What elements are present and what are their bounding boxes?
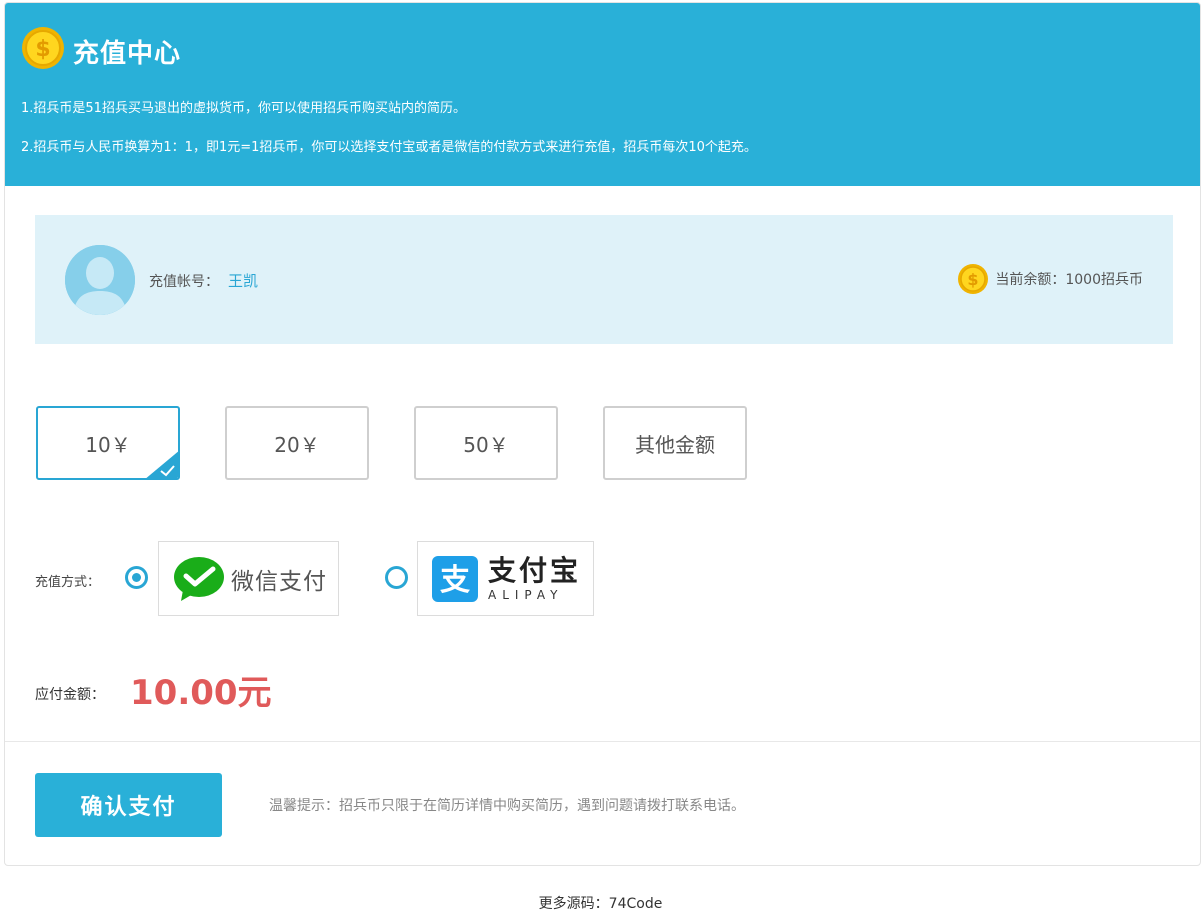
balance: $ 当前余额：1000招兵币 bbox=[957, 263, 1143, 295]
alipay-wordmark: 支付宝 ALIPAY bbox=[488, 553, 582, 602]
wechat-icon bbox=[174, 556, 224, 601]
page-title: 充值中心 bbox=[73, 39, 182, 69]
payment-method-label: 充值方式： bbox=[35, 575, 101, 590]
alipay-radio[interactable] bbox=[385, 566, 408, 589]
confirm-pay-button[interactable]: 确认支付 bbox=[35, 773, 222, 837]
header: $ 充值中心 1.招兵币是51招兵买马退出的虚拟货币，你可以使用招兵币购买站内的… bbox=[5, 3, 1200, 186]
check-icon bbox=[146, 451, 178, 478]
alipay-en-label: ALIPAY bbox=[488, 587, 564, 602]
footer-text: 更多源码：74Code bbox=[538, 896, 663, 912]
avatar bbox=[65, 245, 135, 315]
alipay-cn-label: 支付宝 bbox=[488, 553, 582, 587]
account-label: 充值帐号： bbox=[149, 274, 219, 290]
radio-dot bbox=[132, 573, 141, 582]
amount-label: 20￥ bbox=[274, 432, 320, 457]
amount-option-20[interactable]: 20￥ bbox=[225, 406, 369, 480]
amount-option-50[interactable]: 50￥ bbox=[414, 406, 558, 480]
user-icon bbox=[65, 245, 135, 315]
wechat-pay-option[interactable]: 微信支付 bbox=[158, 541, 339, 616]
divider bbox=[5, 741, 1200, 742]
amount-option-10[interactable]: 10￥ bbox=[36, 406, 180, 480]
recharge-panel: $ 充值中心 1.招兵币是51招兵买马退出的虚拟货币，你可以使用招兵币购买站内的… bbox=[4, 2, 1201, 866]
info-note-2: 2.招兵币与人民币换算为1：1，即1元=1招兵币，你可以选择支付宝或者是微信的付… bbox=[21, 140, 757, 155]
svg-text:支: 支 bbox=[440, 563, 470, 598]
account-info: 充值帐号： 王凯 $ 当前余额：1000招兵币 bbox=[35, 215, 1173, 344]
amount-label: 50￥ bbox=[463, 432, 509, 457]
coin-icon: $ bbox=[22, 27, 64, 69]
svg-text:$: $ bbox=[35, 37, 50, 62]
amount-label: 其他金额 bbox=[635, 432, 715, 457]
wechat-pay-label: 微信支付 bbox=[231, 568, 327, 595]
info-note-1: 1.招兵币是51招兵买马退出的虚拟货币，你可以使用招兵币购买站内的简历。 bbox=[21, 101, 466, 116]
account-name[interactable]: 王凯 bbox=[228, 270, 258, 291]
tip-text: 温馨提示：招兵币只限于在简历详情中购买简历，遇到问题请拨打联系电话。 bbox=[269, 798, 745, 814]
wechat-radio[interactable] bbox=[125, 566, 148, 589]
balance-text: 当前余额：1000招兵币 bbox=[995, 272, 1143, 288]
amount-label: 10￥ bbox=[85, 432, 131, 457]
coin-icon: $ bbox=[958, 264, 989, 294]
amount-due-value: 10.00元 bbox=[130, 673, 272, 713]
svg-text:$: $ bbox=[968, 270, 979, 289]
alipay-option[interactable]: 支 支付宝 ALIPAY bbox=[417, 541, 594, 616]
amount-due-label: 应付金额： bbox=[35, 687, 105, 703]
alipay-icon: 支 bbox=[432, 555, 478, 602]
amount-option-other[interactable]: 其他金额 bbox=[603, 406, 747, 480]
